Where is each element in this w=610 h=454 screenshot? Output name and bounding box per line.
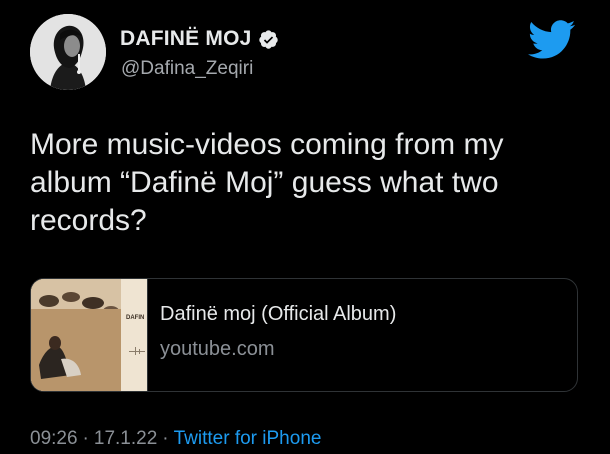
tweet-source-link[interactable]: Twitter for iPhone bbox=[174, 428, 322, 450]
card-thumbnail-label: DAFIN bbox=[126, 315, 145, 321]
display-name[interactable]: DAFINË MOJ bbox=[120, 27, 252, 51]
tweet-meta: 09:26 · 17.1.22 · Twitter for iPhone bbox=[30, 428, 321, 450]
meta-separator: · bbox=[162, 428, 169, 449]
tweet-date[interactable]: 17.1.22 bbox=[94, 428, 157, 450]
twitter-bird-icon[interactable] bbox=[528, 20, 576, 60]
tweet-text: More music-videos coming from my album “… bbox=[30, 128, 504, 237]
name-row: DAFINË MOJ bbox=[120, 27, 279, 51]
verified-badge-icon bbox=[258, 29, 278, 49]
tweet-time[interactable]: 09:26 bbox=[30, 428, 78, 450]
tweet-container: DAFINË MOJ @Dafina_Zeqiri More music-vid… bbox=[0, 0, 610, 454]
card-domain: youtube.com bbox=[160, 338, 275, 360]
card-title[interactable]: Dafinë moj (Official Album) bbox=[160, 303, 396, 326]
link-card[interactable]: DAFIN Dafinë moj (Official Album) youtub… bbox=[30, 278, 578, 392]
meta-separator: · bbox=[82, 428, 89, 449]
profile-photo-icon bbox=[30, 14, 106, 90]
user-handle[interactable]: @Dafina_Zeqiri bbox=[121, 58, 253, 80]
card-thumbnail: DAFIN bbox=[31, 279, 148, 391]
avatar[interactable] bbox=[30, 14, 106, 90]
album-cover-image bbox=[31, 279, 147, 391]
